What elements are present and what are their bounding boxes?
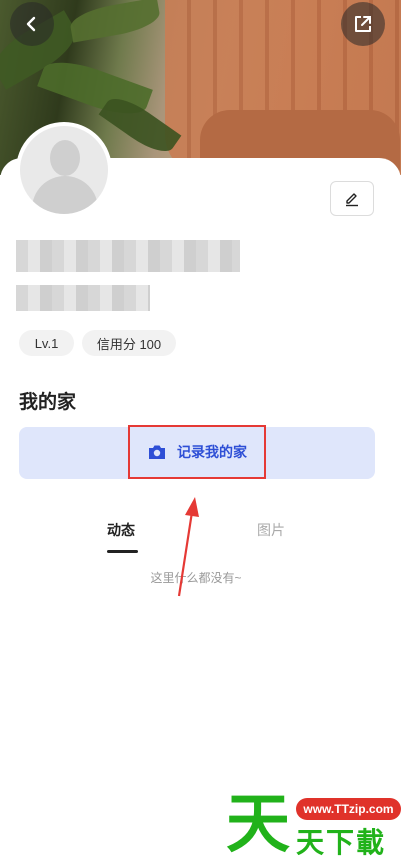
- section-title: 我的家: [19, 392, 77, 413]
- avatar[interactable]: [16, 122, 112, 218]
- avatar-head-shape: [50, 140, 80, 176]
- back-button[interactable]: [10, 2, 54, 46]
- watermark-big-char: 天: [226, 788, 290, 862]
- share-external-icon: [355, 16, 371, 32]
- watermark-badge: www.TTzip.com: [296, 798, 401, 820]
- user-id-redacted: [16, 285, 150, 311]
- edit-profile-button[interactable]: [330, 181, 374, 216]
- chevron-left-icon: [26, 16, 36, 32]
- share-button[interactable]: [341, 2, 385, 46]
- tab-photos[interactable]: 图片: [257, 520, 285, 540]
- level-badge: Lv.1: [19, 330, 74, 356]
- cover-leaf: [68, 0, 162, 43]
- watermark-logo: 天 www.TTzip.com 天下載: [226, 790, 401, 865]
- tab-feed[interactable]: 动态: [107, 520, 135, 540]
- record-home-label: 记录我的家: [177, 444, 247, 460]
- credit-score-badge: 信用分 100: [82, 330, 176, 356]
- watermark-small-text: 天下載: [296, 826, 387, 859]
- username-redacted: [16, 240, 240, 272]
- empty-state-text: 这里什么都没有~: [150, 571, 242, 585]
- avatar-body-shape: [32, 176, 98, 214]
- record-home-button[interactable]: 记录我的家: [128, 425, 266, 479]
- pencil-icon: [346, 192, 358, 206]
- camera-icon: [149, 445, 165, 459]
- active-tab-indicator: [107, 550, 138, 553]
